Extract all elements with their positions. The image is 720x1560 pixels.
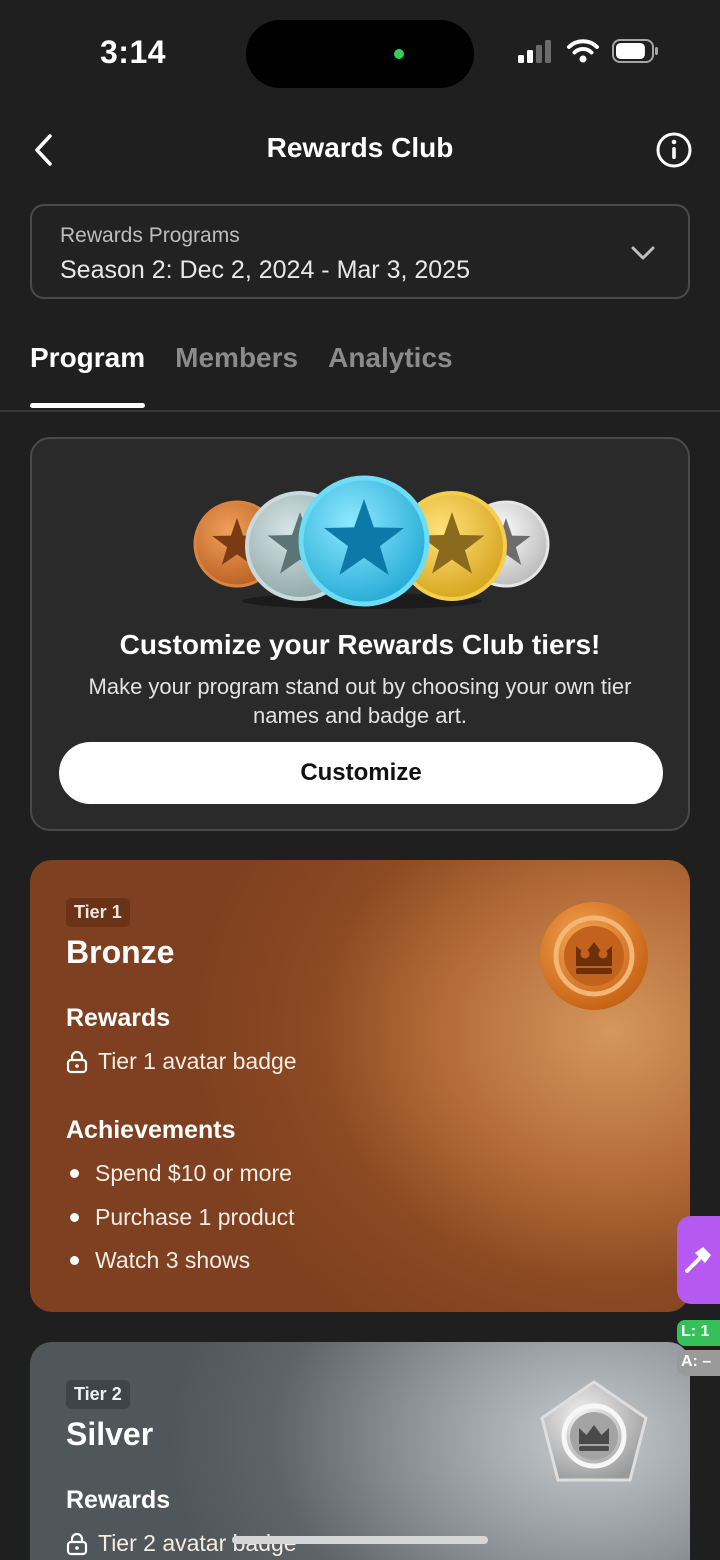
tier-chip: Tier 1	[66, 898, 130, 927]
status-bar: 3:14	[0, 0, 720, 108]
reward-label: Tier 1 avatar badge	[98, 1048, 297, 1074]
promo-title: Customize your Rewards Club tiers!	[119, 629, 601, 660]
tier-coins-illustration	[193, 475, 550, 609]
achievement-label: Watch 3 shows	[95, 1247, 251, 1273]
wifi-icon	[567, 39, 599, 63]
lock-icon	[66, 1532, 88, 1555]
tier-name: Silver	[66, 1416, 154, 1452]
achievement-label: Spend $10 or more	[95, 1160, 292, 1186]
tab-analytics[interactable]: Analytics	[328, 342, 453, 404]
battery-icon	[612, 39, 658, 63]
program-selector-dropdown[interactable]: Rewards Programs Season 2: Dec 2, 2024 -…	[30, 204, 690, 299]
achievement-item: Purchase 1 product	[70, 1204, 294, 1231]
status-time: 3:14	[100, 34, 167, 70]
achievements-heading: Achievements	[66, 1116, 236, 1144]
tier-name: Bronze	[66, 934, 175, 970]
achievement-label: Purchase 1 product	[95, 1204, 295, 1230]
customize-promo-card: Customize your Rewards Club tiers! Make …	[30, 437, 690, 831]
dev-accessibility-pill[interactable]: A: –	[677, 1350, 720, 1376]
dev-tools-button[interactable]	[677, 1216, 720, 1304]
tier-card-silver[interactable]: Tier 2 Silver Rewards Tier 2 avatar badg…	[30, 1342, 690, 1560]
reward-item: Tier 1 avatar badge	[66, 1048, 297, 1075]
tab-bar: Program Members Analytics	[30, 342, 453, 408]
tier-chip: Tier 2	[66, 1380, 130, 1409]
chevron-down-icon	[631, 246, 655, 260]
tab-program[interactable]: Program	[30, 342, 146, 408]
achievement-item: Spend $10 or more	[70, 1160, 292, 1187]
hammer-icon	[685, 1247, 711, 1273]
tab-members[interactable]: Members	[175, 342, 298, 404]
silver-crown-badge-icon	[540, 1380, 648, 1482]
header: Rewards Club	[0, 118, 720, 182]
bullet-icon	[70, 1213, 79, 1222]
status-icons	[518, 38, 660, 64]
selector-value: Season 2: Dec 2, 2024 - Mar 3, 2025	[60, 256, 470, 284]
cellular-signal-icon	[518, 40, 551, 63]
bullet-icon	[70, 1169, 79, 1178]
camera-indicator-icon	[394, 49, 404, 59]
dev-layer-pill[interactable]: L: 1	[677, 1320, 720, 1346]
promo-description: Make your program stand out by choosing …	[88, 674, 632, 728]
bullet-icon	[70, 1256, 79, 1265]
selector-label: Rewards Programs	[60, 224, 240, 247]
info-icon[interactable]	[654, 130, 694, 170]
dynamic-island	[246, 20, 474, 88]
tabs-divider	[0, 410, 720, 412]
bronze-crown-badge-icon	[540, 902, 648, 1010]
achievement-item: Watch 3 shows	[70, 1247, 250, 1274]
home-indicator[interactable]	[232, 1536, 488, 1544]
lock-icon	[66, 1050, 88, 1073]
rewards-heading: Rewards	[66, 1004, 171, 1032]
tier-card-bronze[interactable]: Tier 1 Bronze Rewards Tier 1 avatar badg…	[30, 860, 690, 1312]
rewards-heading: Rewards	[66, 1486, 171, 1514]
page-title: Rewards Club	[266, 132, 454, 163]
customize-button[interactable]: Customize	[59, 742, 663, 804]
